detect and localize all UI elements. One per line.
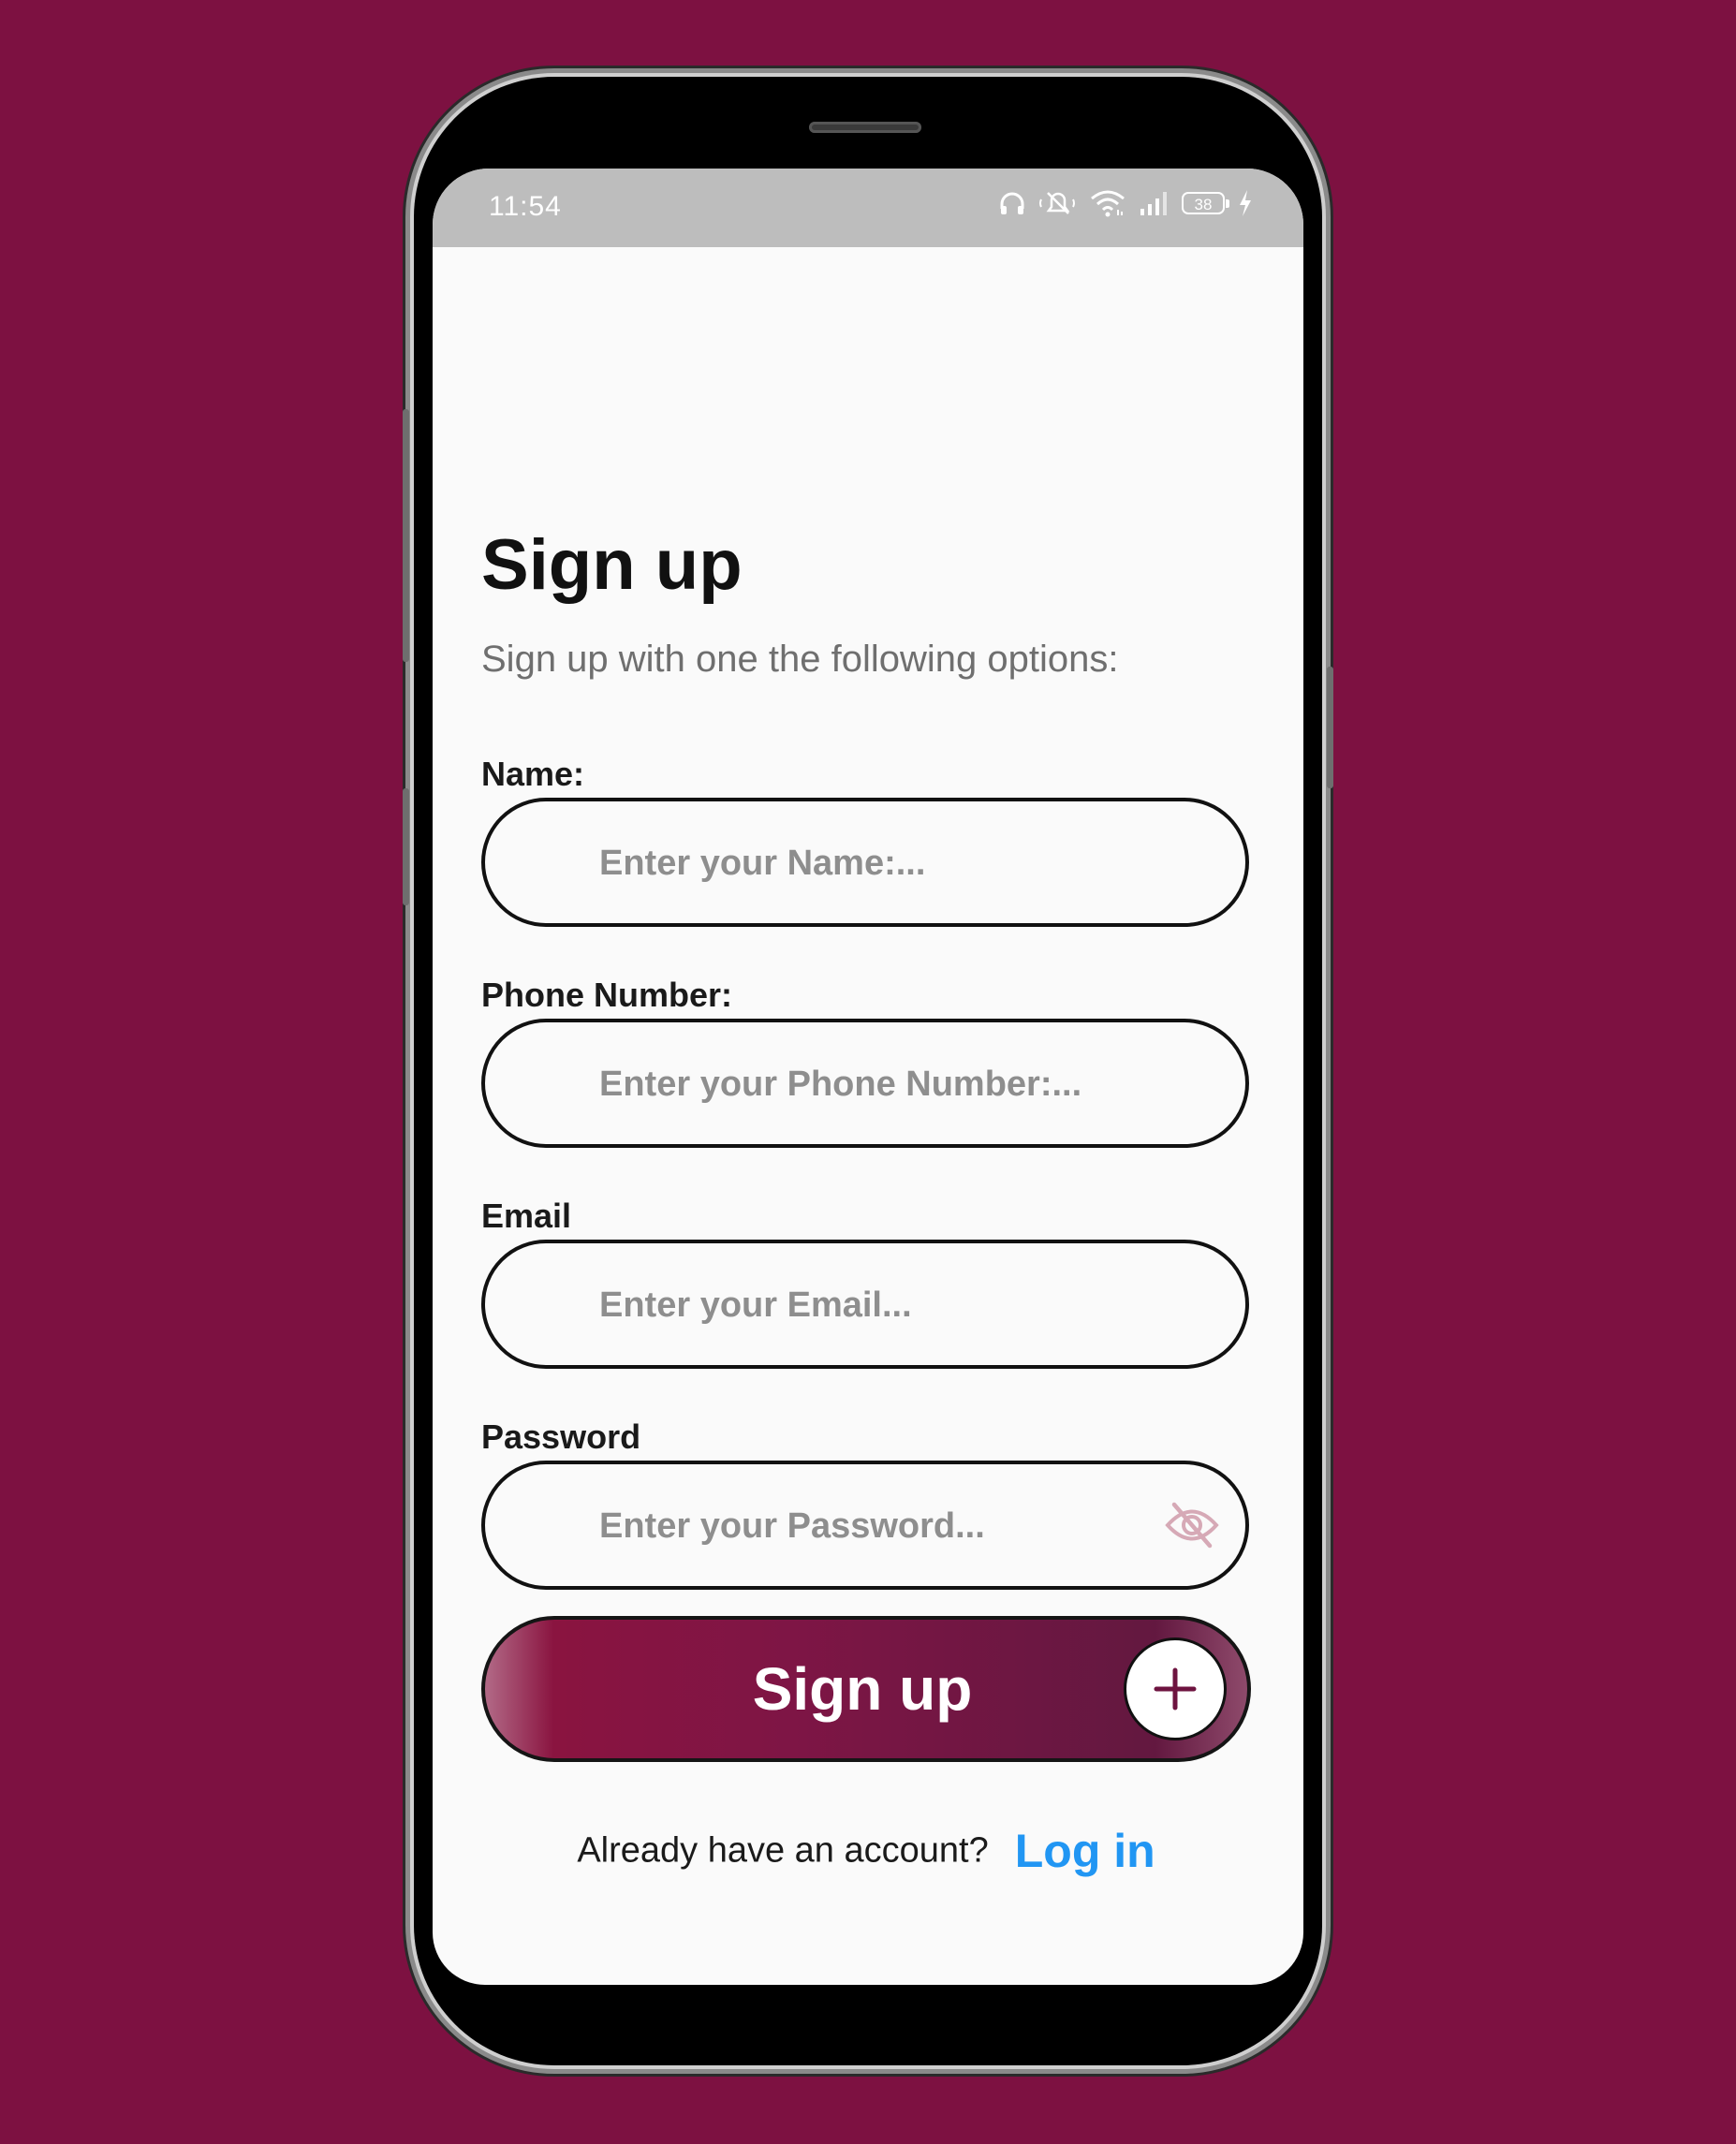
password-label: Password [481, 1417, 641, 1456]
page-subtitle: Sign up with one the following options: [481, 639, 1119, 680]
mute-icon [1039, 192, 1075, 214]
name-label: Name: [481, 755, 585, 793]
eye-off-icon[interactable] [1165, 1500, 1219, 1550]
login-question: Already have an account? [577, 1830, 989, 1871]
password-input[interactable] [597, 1464, 1125, 1588]
phone-label: Phone Number: [481, 976, 733, 1014]
signal-icon [1140, 192, 1167, 215]
earpiece-speaker [809, 122, 921, 133]
plus-icon [1154, 1667, 1197, 1711]
bixby-button [403, 788, 409, 905]
status-bar: 11:54 38 [433, 169, 1303, 247]
headphones-icon [1000, 192, 1024, 214]
status-icons: 38 [998, 189, 1253, 217]
phone-field[interactable] [481, 1019, 1249, 1148]
signup-button[interactable]: Sign up [481, 1616, 1251, 1762]
battery-icon: 38 [1182, 192, 1229, 214]
power-button [1327, 667, 1333, 788]
page-title: Sign up [481, 525, 743, 605]
phone-frame: 11:54 38 Sign up Sign up with one the fo… [403, 77, 1333, 2065]
plus-button[interactable] [1124, 1637, 1227, 1740]
email-input[interactable] [597, 1243, 1125, 1367]
charging-icon [1240, 190, 1251, 216]
phone-input[interactable] [597, 1022, 1125, 1146]
login-prompt: Already have an account? Log in [481, 1824, 1251, 1878]
status-time: 11:54 [489, 191, 562, 222]
email-label: Email [481, 1197, 572, 1235]
name-input[interactable] [597, 801, 1125, 925]
name-field[interactable] [481, 798, 1249, 927]
app-screen: 11:54 38 Sign up Sign up with one the fo… [433, 169, 1303, 1985]
volume-button [403, 409, 409, 662]
wifi-icon [1091, 190, 1125, 217]
email-field[interactable] [481, 1240, 1249, 1369]
login-link[interactable]: Log in [1015, 1825, 1155, 1877]
password-field[interactable] [481, 1461, 1249, 1590]
